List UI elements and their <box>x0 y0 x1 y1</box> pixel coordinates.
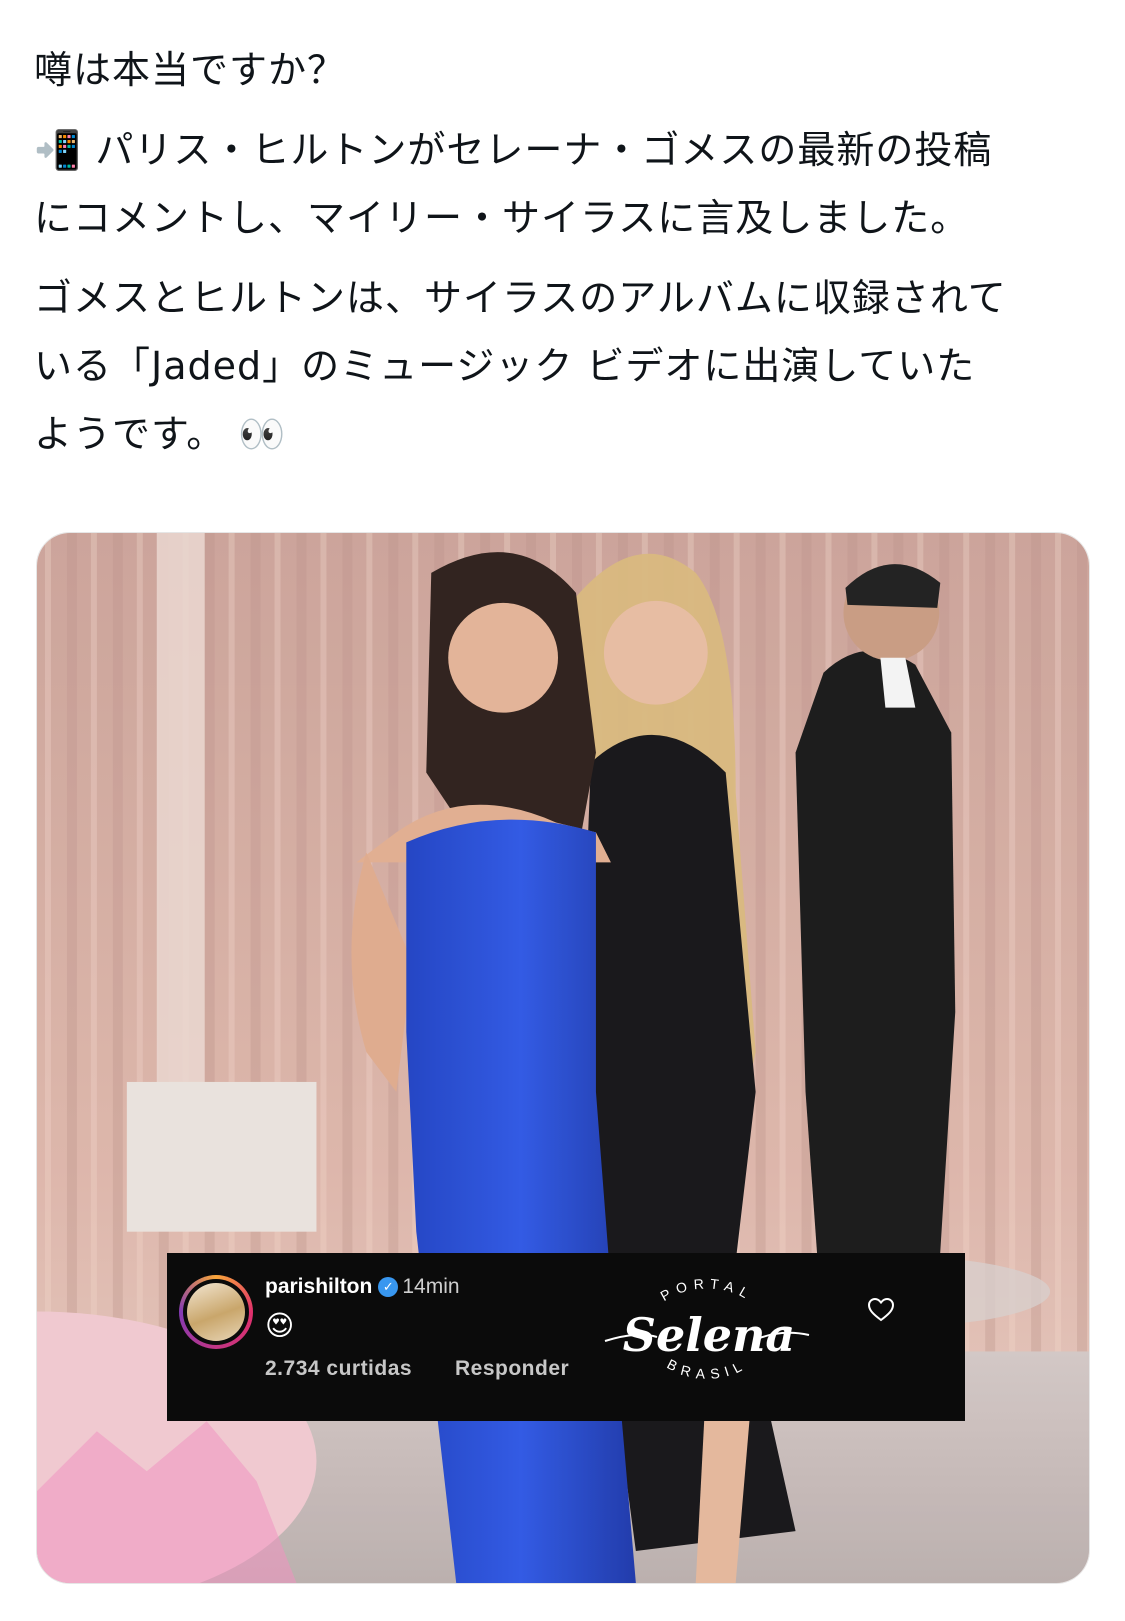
instagram-comment-overlay: parishilton ✓ 14min 😍 2.734 curtidas Respo… <box>167 1253 965 1421</box>
logo-top-text: PORTAL <box>658 1275 751 1304</box>
comment-reply: Responder <box>455 1357 570 1380</box>
comment-username: parishilton <box>265 1275 373 1298</box>
portal-selena-brasil-logo: PORTAL Selena BRASIL <box>604 1275 810 1382</box>
tweet-photo[interactable]: parishilton ✓ 14min 😍 2.734 curtidas Respo… <box>36 532 1090 1584</box>
comment-likes: 2.734 curtidas <box>265 1357 413 1380</box>
tweet-text: 噂は本当ですか？ 📲 パリス・ヒルトンがセレーナ・ゴメスの最新の投稿 にコメント… <box>34 36 1094 480</box>
tweet-question: 噂は本当ですか？ <box>34 48 347 92</box>
tweet-paragraph-comment: 📲 パリス・ヒルトンがセレーナ・ゴメスの最新の投稿 にコメントし、マイリー・サイ… <box>34 128 993 240</box>
comment-avatar <box>179 1275 253 1349</box>
photo-scene <box>37 533 1089 1583</box>
comment-text: 😍 <box>265 1310 295 1341</box>
comment-header: parishilton ✓ 14min <box>265 1275 460 1299</box>
svg-text:PORTAL: PORTAL <box>658 1275 757 1304</box>
verified-badge-icon: ✓ <box>378 1277 399 1298</box>
heart-icon <box>867 1297 895 1322</box>
tweet-paragraph-video: ゴメスとヒルトンは、サイラスのアルバムに収録されて いる「Jaded」のミュージ… <box>34 276 1007 456</box>
comment-time: 14min <box>402 1275 460 1298</box>
